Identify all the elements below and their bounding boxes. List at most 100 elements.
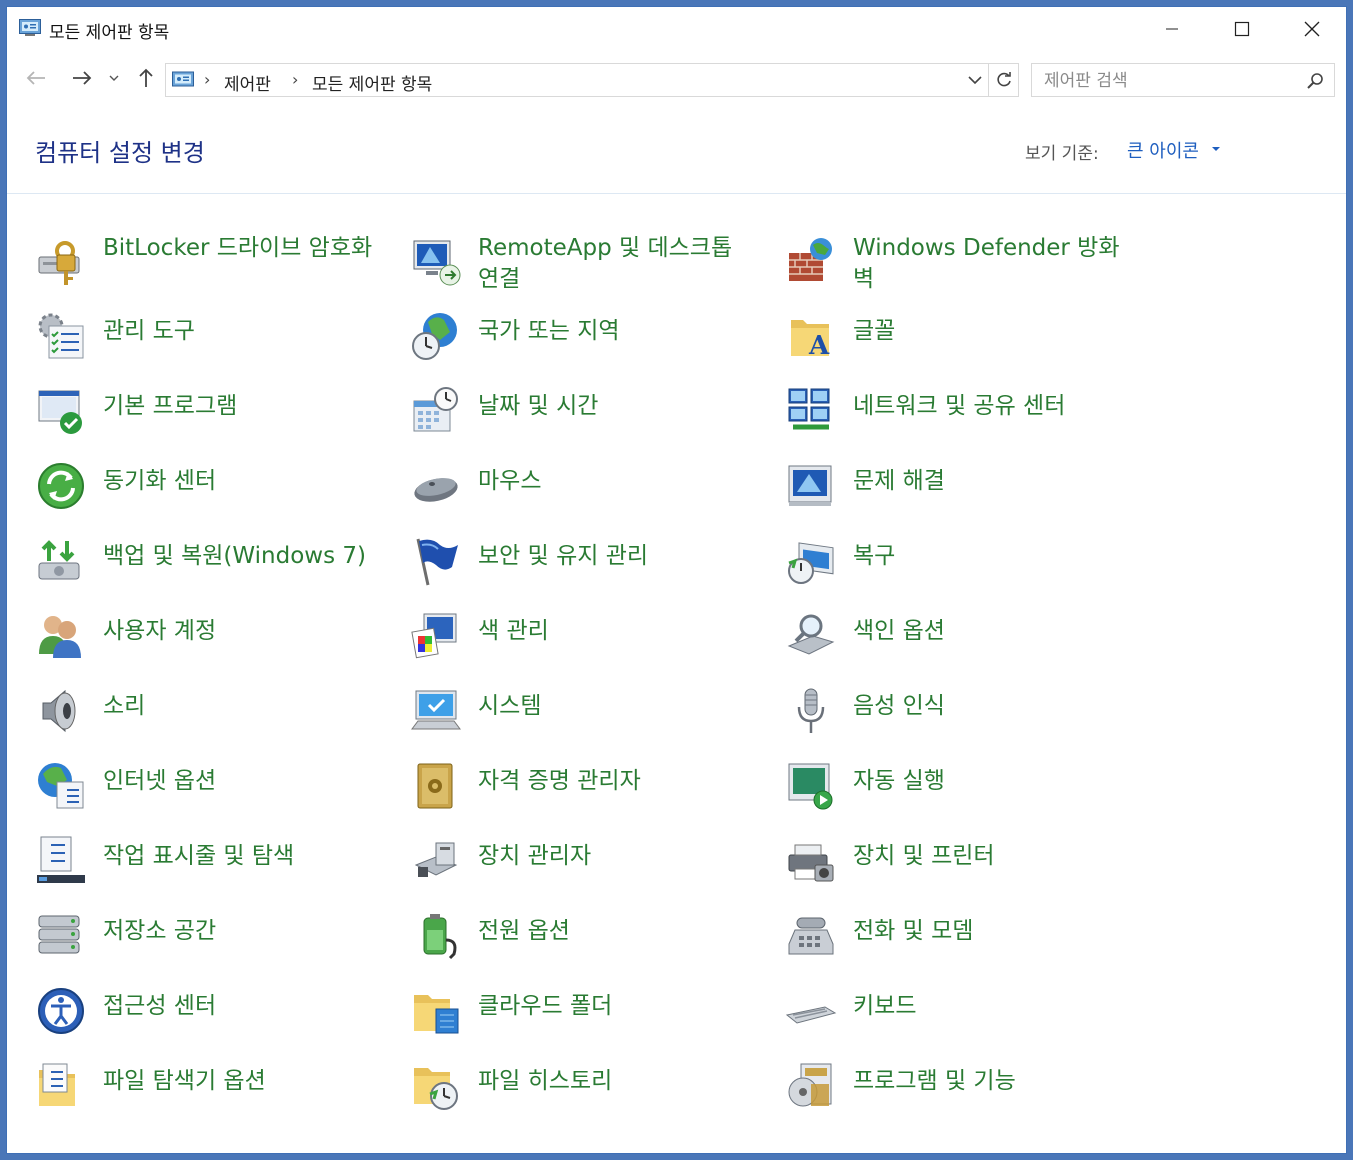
folder-options-icon[interactable]	[35, 1060, 87, 1112]
mouse-icon[interactable]	[410, 460, 462, 512]
maximize-button[interactable]	[1207, 7, 1277, 51]
control-panel-item[interactable]: 문제 해결	[785, 460, 1160, 535]
control-panel-item-label[interactable]: RemoteApp 및 데스크톱 연결	[478, 233, 758, 295]
power-options-icon[interactable]	[410, 910, 462, 962]
control-panel-item[interactable]: 보안 및 유지 관리	[410, 535, 785, 610]
control-panel-item-label[interactable]: 마우스	[478, 466, 758, 497]
programs-features-icon[interactable]	[785, 1060, 837, 1112]
control-panel-item[interactable]: 파일 히스토리	[410, 1060, 785, 1135]
storage-spaces-icon[interactable]	[35, 910, 87, 962]
minimize-button[interactable]	[1137, 7, 1207, 51]
control-panel-item[interactable]: 작업 표시줄 및 탐색	[35, 835, 410, 910]
control-panel-item-label[interactable]: 파일 히스토리	[478, 1066, 758, 1097]
caret-down-icon[interactable]	[1212, 147, 1220, 151]
address-dropdown-button[interactable]	[966, 71, 984, 89]
control-panel-item[interactable]: 동기화 센터	[35, 460, 410, 535]
close-button[interactable]	[1277, 7, 1347, 51]
control-panel-item-label[interactable]: 글꼴	[853, 316, 1133, 347]
control-panel-item-label[interactable]: 작업 표시줄 및 탐색	[103, 841, 383, 872]
control-panel-item-label[interactable]: 문제 해결	[853, 466, 1133, 497]
control-panel-item-label[interactable]: BitLocker 드라이브 암호화	[103, 233, 383, 264]
control-panel-item[interactable]: 자격 증명 관리자	[410, 760, 785, 835]
control-panel-item-label[interactable]: 장치 관리자	[478, 841, 758, 872]
file-history-icon[interactable]	[410, 1060, 462, 1112]
control-panel-item-label[interactable]: 사용자 계정	[103, 616, 383, 647]
control-panel-item[interactable]: 자동 실행	[785, 760, 1160, 835]
control-panel-item[interactable]: 인터넷 옵션	[35, 760, 410, 835]
control-panel-item-label[interactable]: 색인 옵션	[853, 616, 1133, 647]
control-panel-item-label[interactable]: 저장소 공간	[103, 916, 383, 947]
remoteapp-icon[interactable]	[410, 235, 462, 287]
troubleshooting-icon[interactable]	[785, 460, 837, 512]
ease-of-access-icon[interactable]	[35, 985, 87, 1037]
address-bar[interactable]: › 제어판 › 모든 제어판 항목	[165, 63, 1019, 97]
control-panel-item[interactable]: 마우스	[410, 460, 785, 535]
control-panel-item[interactable]: 저장소 공간	[35, 910, 410, 985]
control-panel-item-label[interactable]: 인터넷 옵션	[103, 766, 383, 797]
internet-options-icon[interactable]	[35, 760, 87, 812]
control-panel-item[interactable]: 전화 및 모뎀	[785, 910, 1160, 985]
up-button[interactable]	[133, 65, 159, 91]
date-time-icon[interactable]	[410, 385, 462, 437]
fonts-icon[interactable]: A	[785, 310, 837, 362]
control-panel-item[interactable]: BitLocker 드라이브 암호화	[35, 235, 410, 310]
control-panel-item-label[interactable]: 백업 및 복원(Windows 7)	[103, 541, 383, 572]
control-panel-item-label[interactable]: 국가 또는 지역	[478, 316, 758, 347]
credential-manager-icon[interactable]	[410, 760, 462, 812]
region-icon[interactable]	[410, 310, 462, 362]
forward-button[interactable]	[69, 65, 95, 91]
control-panel-item-label[interactable]: 음성 인식	[853, 691, 1133, 722]
control-panel-item-label[interactable]: 네트워크 및 공유 센터	[853, 391, 1133, 422]
control-panel-item-label[interactable]: 기본 프로그램	[103, 391, 383, 422]
network-icon[interactable]	[785, 385, 837, 437]
devices-printers-icon[interactable]	[785, 835, 837, 887]
bitlocker-icon[interactable]	[35, 235, 87, 287]
control-panel-item[interactable]: 장치 및 프린터	[785, 835, 1160, 910]
control-panel-item-label[interactable]: 접근성 센터	[103, 991, 383, 1022]
system-icon[interactable]	[410, 685, 462, 737]
control-panel-item[interactable]: 시스템	[410, 685, 785, 760]
control-panel-item[interactable]: A 글꼴	[785, 310, 1160, 385]
admin-tools-icon[interactable]	[35, 310, 87, 362]
color-management-icon[interactable]	[410, 610, 462, 662]
control-panel-item[interactable]: 음성 인식	[785, 685, 1160, 760]
control-panel-item-label[interactable]: 소리	[103, 691, 383, 722]
sync-center-icon[interactable]	[35, 460, 87, 512]
taskbar-icon[interactable]	[35, 835, 87, 887]
autoplay-icon[interactable]	[785, 760, 837, 812]
control-panel-item[interactable]: Windows Defender 방화벽	[785, 235, 1160, 310]
search-box[interactable]	[1031, 63, 1335, 97]
control-panel-item-label[interactable]: 관리 도구	[103, 316, 383, 347]
refresh-button[interactable]	[988, 64, 1019, 96]
microphone-icon[interactable]	[785, 685, 837, 737]
back-button[interactable]	[23, 65, 49, 91]
control-panel-item[interactable]: 키보드	[785, 985, 1160, 1060]
firewall-icon[interactable]	[785, 235, 837, 287]
control-panel-item[interactable]: 네트워크 및 공유 센터	[785, 385, 1160, 460]
control-panel-item-label[interactable]: 파일 탐색기 옵션	[103, 1066, 383, 1097]
recent-locations-button[interactable]	[105, 65, 123, 91]
control-panel-item[interactable]: 관리 도구	[35, 310, 410, 385]
breadcrumb-separator[interactable]: ›	[204, 70, 210, 89]
control-panel-item-label[interactable]: Windows Defender 방화벽	[853, 233, 1133, 295]
breadcrumb-separator[interactable]: ›	[292, 70, 298, 89]
control-panel-item[interactable]: 색인 옵션	[785, 610, 1160, 685]
device-manager-icon[interactable]	[410, 835, 462, 887]
control-panel-item-label[interactable]: 장치 및 프린터	[853, 841, 1133, 872]
keyboard-icon[interactable]	[785, 985, 837, 1037]
control-panel-item[interactable]: 기본 프로그램	[35, 385, 410, 460]
control-panel-item[interactable]: 프로그램 및 기능	[785, 1060, 1160, 1135]
control-panel-item-label[interactable]: 키보드	[853, 991, 1133, 1022]
view-by-dropdown[interactable]: 큰 아이콘	[1127, 137, 1199, 163]
control-panel-item[interactable]: 접근성 센터	[35, 985, 410, 1060]
control-panel-item-label[interactable]: 전원 옵션	[478, 916, 758, 947]
control-panel-item[interactable]: 복구	[785, 535, 1160, 610]
control-panel-item[interactable]: 국가 또는 지역	[410, 310, 785, 385]
user-accounts-icon[interactable]	[35, 610, 87, 662]
control-panel-item[interactable]: RemoteApp 및 데스크톱 연결	[410, 235, 785, 310]
control-panel-item[interactable]: 백업 및 복원(Windows 7)	[35, 535, 410, 610]
recovery-icon[interactable]	[785, 535, 837, 587]
breadcrumb-all-items[interactable]: 모든 제어판 항목	[312, 70, 432, 95]
security-flag-icon[interactable]	[410, 535, 462, 587]
control-panel-item-label[interactable]: 시스템	[478, 691, 758, 722]
